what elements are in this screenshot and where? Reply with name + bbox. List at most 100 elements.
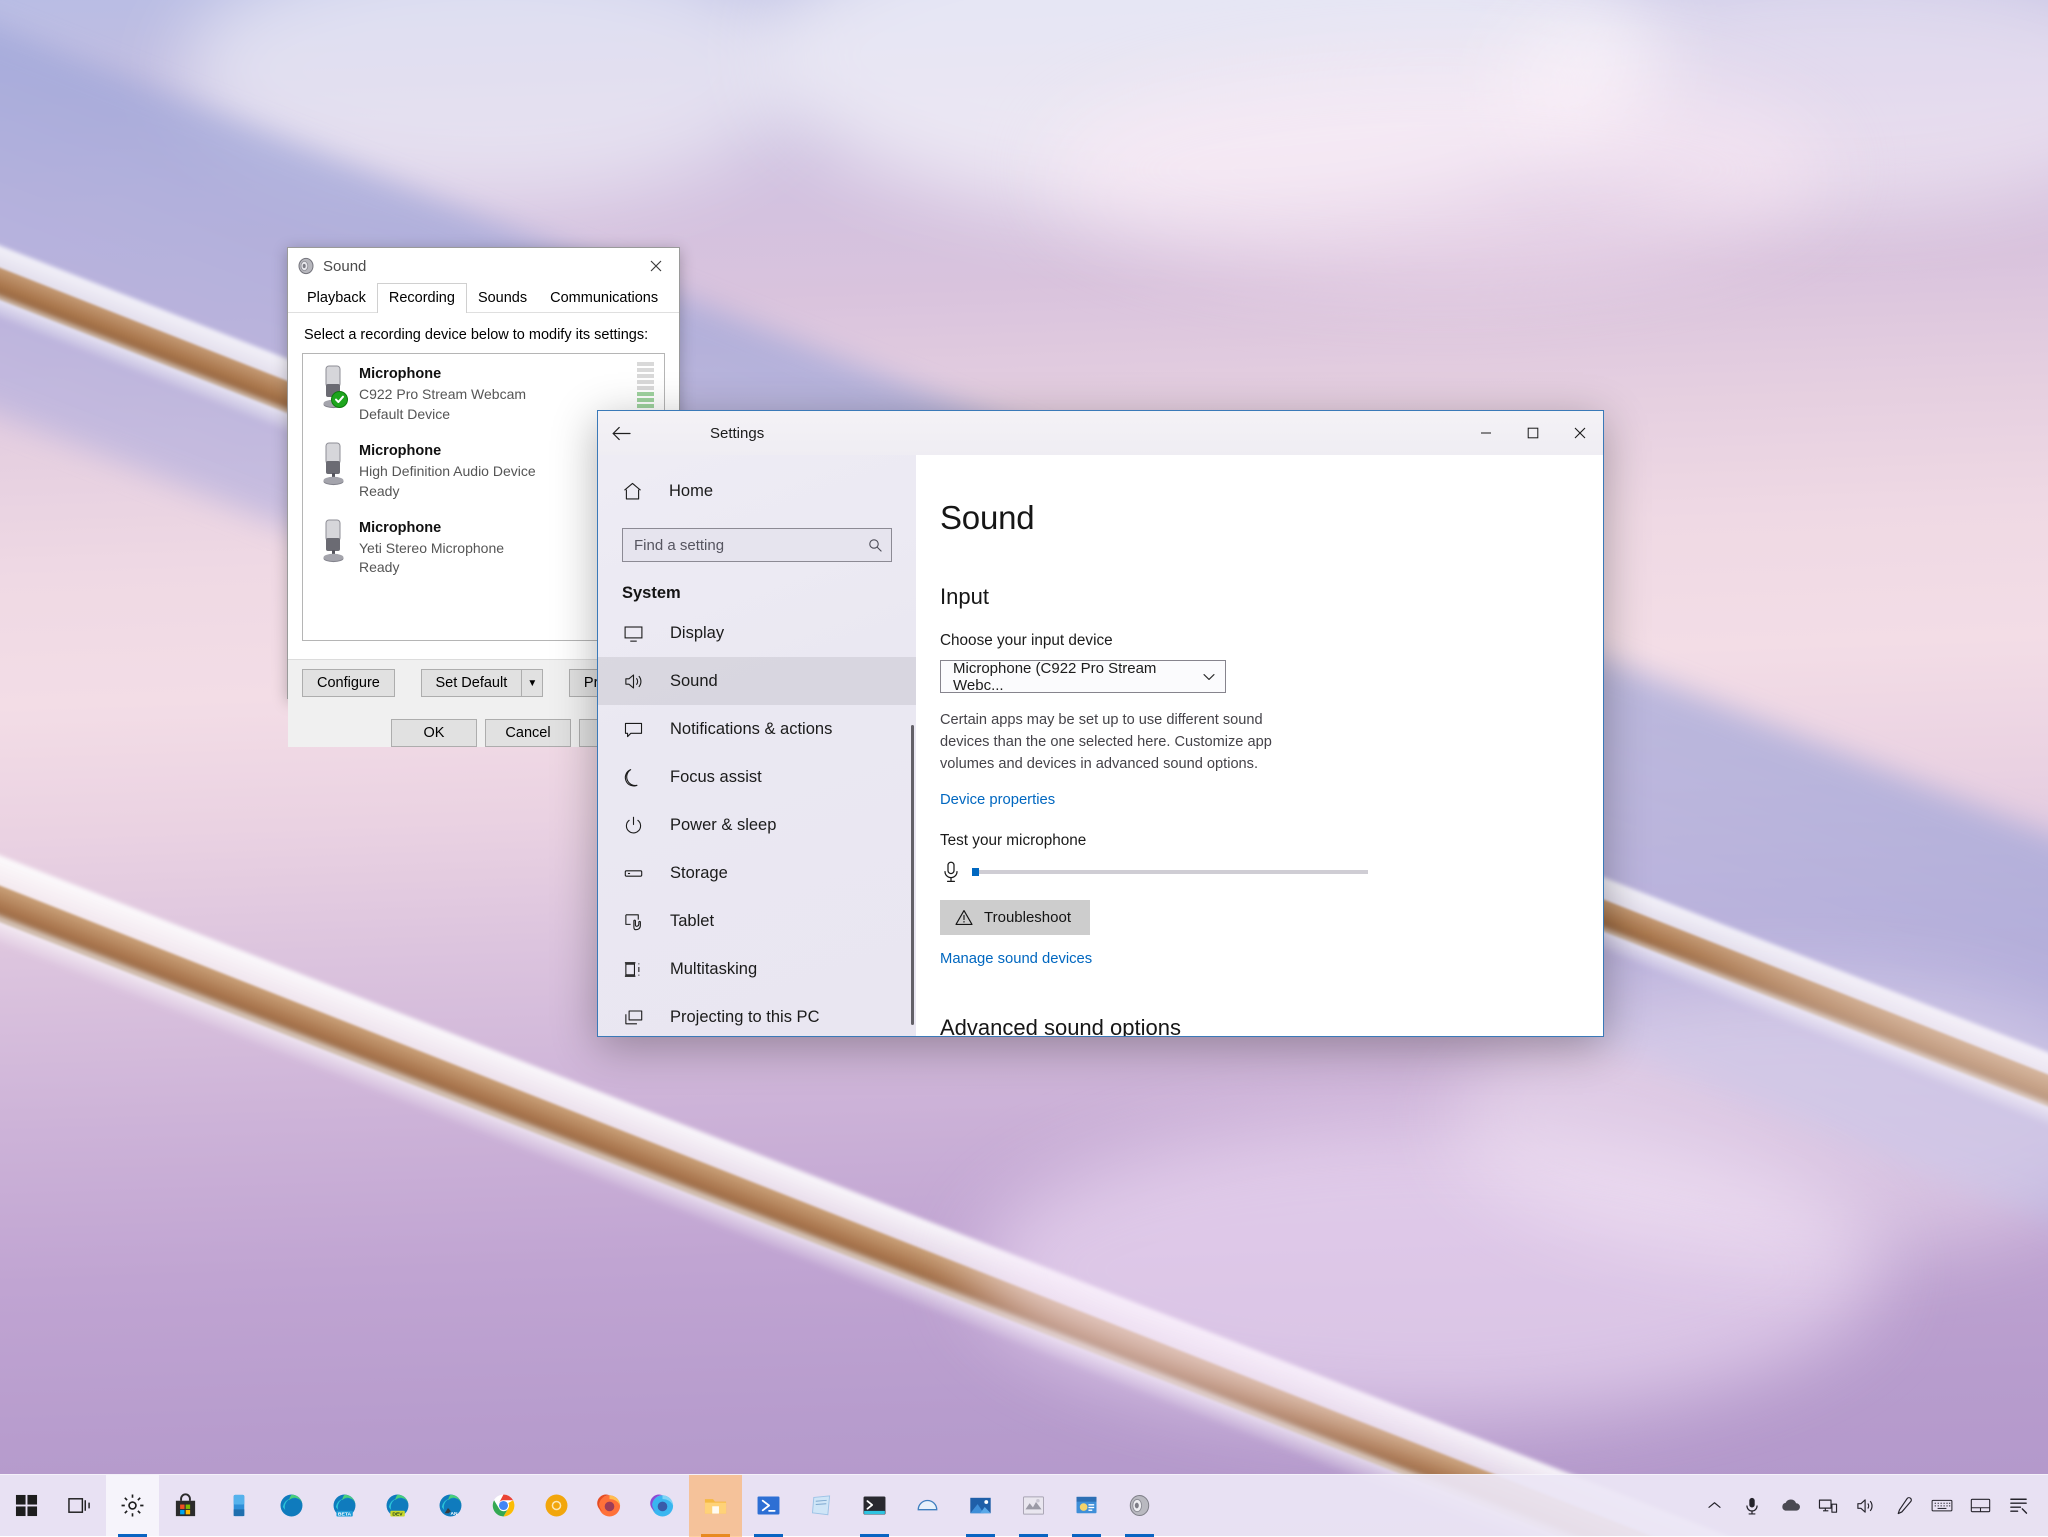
ok-button[interactable]: OK xyxy=(391,719,477,747)
touch-keyboard-icon[interactable] xyxy=(1924,1475,1960,1537)
taskbar-buttons[interactable]: BETA DEV xyxy=(0,1475,1166,1537)
sidebar-item-notifications[interactable]: Notifications & actions xyxy=(598,705,916,753)
cloud-decoration xyxy=(760,0,1660,220)
taskbar[interactable]: BETA DEV xyxy=(0,1474,2048,1536)
chrome-canary-button[interactable] xyxy=(530,1475,583,1537)
sidebar-item-projecting[interactable]: Projecting to this PC xyxy=(598,993,916,1036)
microphone-icon xyxy=(940,860,962,884)
action-center-button[interactable] xyxy=(2000,1475,2036,1537)
set-default-button[interactable]: Set Default xyxy=(421,669,522,697)
settings-sidebar[interactable]: Home System xyxy=(598,455,916,1036)
tab-sounds[interactable]: Sounds xyxy=(466,285,539,312)
terminal-icon xyxy=(862,1493,887,1518)
sidebar-scrollbar[interactable] xyxy=(911,725,914,1025)
page-title: Sound xyxy=(940,499,1603,537)
powerpoint-button[interactable] xyxy=(1060,1475,1113,1537)
sidebar-item-label: Tablet xyxy=(670,912,714,931)
set-default-split-button[interactable]: Set Default ▼ xyxy=(421,669,544,697)
firefox-dev-button[interactable] xyxy=(636,1475,689,1537)
manage-sound-devices-link[interactable]: Manage sound devices xyxy=(940,951,1092,967)
sound-control-panel-button[interactable] xyxy=(1113,1475,1166,1537)
moon-icon xyxy=(622,766,644,788)
settings-window[interactable]: Settings Home xyxy=(597,410,1604,1037)
minimize-icon[interactable] xyxy=(1462,411,1509,455)
sound-dialog-tabstrip[interactable]: Playback Recording Sounds Communications xyxy=(288,284,679,313)
chat-bubble-icon xyxy=(622,718,644,740)
your-phone-button[interactable] xyxy=(212,1475,265,1537)
window-controls[interactable] xyxy=(1462,411,1603,455)
sidebar-item-label: Notifications & actions xyxy=(670,720,832,739)
microphone-tray-icon[interactable] xyxy=(1734,1475,1770,1537)
microphone-device-icon xyxy=(315,362,353,412)
snip-sketch-button[interactable] xyxy=(901,1475,954,1537)
back-arrow-icon[interactable] xyxy=(598,411,644,455)
maximize-icon[interactable] xyxy=(1509,411,1556,455)
onedrive-tray-icon[interactable] xyxy=(1772,1475,1808,1537)
sidebar-item-display[interactable]: Display xyxy=(598,609,916,657)
windows-terminal-button[interactable] xyxy=(848,1475,901,1537)
sidebar-item-tablet[interactable]: Tablet xyxy=(598,897,916,945)
tab-playback[interactable]: Playback xyxy=(295,285,378,312)
sidebar-item-label: Multitasking xyxy=(670,960,757,979)
paint-icon xyxy=(1021,1493,1046,1518)
network-tray-icon[interactable] xyxy=(1810,1475,1846,1537)
device-description: Yeti Stereo Microphone xyxy=(359,539,504,559)
show-hidden-icons[interactable] xyxy=(1696,1475,1732,1537)
sound-dialog-titlebar[interactable]: Sound xyxy=(288,248,679,284)
search-box[interactable] xyxy=(622,528,892,562)
sidebar-search[interactable] xyxy=(598,513,916,562)
edge-canary-button[interactable]: AN xyxy=(424,1475,477,1537)
sidebar-item-home[interactable]: Home xyxy=(598,469,916,513)
microphone-device-icon xyxy=(315,516,353,566)
sidebar-item-sound[interactable]: Sound xyxy=(598,657,916,705)
tab-communications[interactable]: Communications xyxy=(538,285,670,312)
start-button[interactable] xyxy=(0,1475,53,1537)
settings-taskbar-button[interactable] xyxy=(106,1475,159,1537)
file-explorer-button[interactable] xyxy=(689,1475,742,1537)
multitasking-icon xyxy=(622,958,644,980)
sidebar-item-label: Power & sleep xyxy=(670,816,776,835)
sidebar-section-title: System xyxy=(598,562,916,609)
device-info: Microphone C922 Pro Stream Webcam Defaul… xyxy=(353,362,526,425)
photos-button[interactable] xyxy=(954,1475,1007,1537)
edge-dev-button[interactable]: DEV xyxy=(371,1475,424,1537)
sidebar-item-storage[interactable]: Storage xyxy=(598,849,916,897)
tab-recording[interactable]: Recording xyxy=(377,283,467,313)
system-tray[interactable] xyxy=(1696,1475,2048,1537)
touchpad-tray-icon[interactable] xyxy=(1962,1475,1998,1537)
powershell-button[interactable] xyxy=(742,1475,795,1537)
settings-titlebar[interactable]: Settings xyxy=(598,411,1603,455)
close-icon[interactable] xyxy=(1556,411,1603,455)
sidebar-item-power-sleep[interactable]: Power & sleep xyxy=(598,801,916,849)
sidebar-item-focus-assist[interactable]: Focus assist xyxy=(598,753,916,801)
pen-tray-icon[interactable] xyxy=(1886,1475,1922,1537)
advanced-section-heading: Advanced sound options xyxy=(940,1015,1603,1036)
close-icon[interactable] xyxy=(633,248,679,284)
input-device-dropdown[interactable]: Microphone (C922 Pro Stream Webc... xyxy=(940,660,1226,693)
sidebar-item-label: Storage xyxy=(670,864,728,883)
task-view-button[interactable] xyxy=(53,1475,106,1537)
firefox-button[interactable] xyxy=(583,1475,636,1537)
edge-button[interactable] xyxy=(265,1475,318,1537)
chevron-down-icon[interactable]: ▼ xyxy=(521,669,543,697)
sticky-notes-button[interactable] xyxy=(795,1475,848,1537)
sidebar-item-multitasking[interactable]: Multitasking xyxy=(598,945,916,993)
paint-button[interactable] xyxy=(1007,1475,1060,1537)
cancel-button[interactable]: Cancel xyxy=(485,719,571,747)
device-properties-link[interactable]: Device properties xyxy=(940,792,1055,808)
device-name: Microphone xyxy=(359,518,504,539)
volume-tray-icon[interactable] xyxy=(1848,1475,1884,1537)
troubleshoot-button[interactable]: Troubleshoot xyxy=(940,900,1090,935)
device-name: Microphone xyxy=(359,441,536,462)
svg-text:BETA: BETA xyxy=(338,1511,352,1517)
microsoft-store-button[interactable] xyxy=(159,1475,212,1537)
input-section-heading: Input xyxy=(940,584,1603,610)
chrome-button[interactable] xyxy=(477,1475,530,1537)
search-input[interactable] xyxy=(634,537,868,554)
powerpoint-icon xyxy=(1074,1493,1099,1518)
configure-button[interactable]: Configure xyxy=(302,669,395,697)
settings-body: Home System xyxy=(598,455,1603,1036)
edge-beta-button[interactable]: BETA xyxy=(318,1475,371,1537)
microphone-device-icon xyxy=(315,439,353,489)
chrome-canary-icon xyxy=(544,1493,569,1518)
